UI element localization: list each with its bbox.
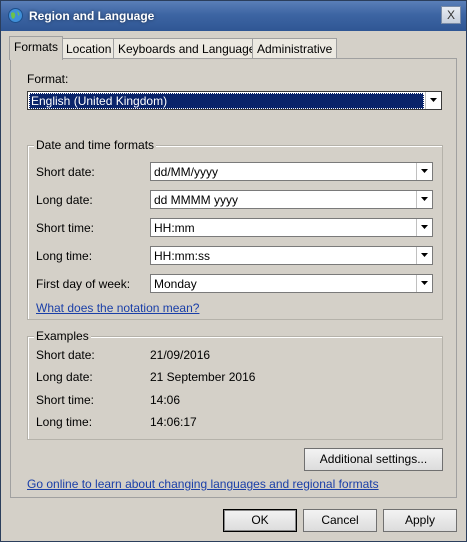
examples-group: Examples Short date: 21/09/2016 Long dat… [27,329,443,440]
formats-panel: Format: English (United Kingdom) Date an… [10,58,457,498]
ok-button[interactable]: OK [223,509,297,532]
dropdown-arrow[interactable] [416,247,432,264]
date-time-formats-group: Date and time formats Short date: dd/MM/… [27,138,443,320]
example-short-time-label: Short time: [36,393,95,407]
dropdown-arrow[interactable] [416,275,432,292]
tab-label: Administrative [257,42,333,56]
chevron-down-icon [421,197,428,201]
chevron-down-icon [421,225,428,229]
tab-label: Keyboards and Languages [118,42,262,56]
button-label: Cancel [321,513,359,527]
close-button[interactable]: X [441,6,461,24]
first-day-of-week-label: First day of week: [36,277,131,291]
button-label: Apply [404,513,436,527]
cancel-button[interactable]: Cancel [303,509,377,532]
long-time-label: Long time: [36,249,93,263]
long-time-value: HH:mm:ss [154,249,210,263]
long-date-label: Long date: [36,193,93,207]
region-language-dialog: Region and Language X Formats Location K… [0,0,467,542]
tab-administrative[interactable]: Administrative [252,38,338,59]
example-short-date-value: 21/09/2016 [150,348,211,362]
long-date-value: dd MMMM yyyy [154,193,238,207]
example-long-time-label: Long time: [36,415,93,429]
tab-label: Location [66,42,112,56]
chevron-down-icon [421,281,428,285]
close-icon: X [446,8,455,22]
group-label: Examples [34,329,91,343]
tab-formats[interactable]: Formats [9,36,64,60]
additional-settings-button[interactable]: Additional settings... [304,448,443,471]
short-time-value: HH:mm [154,221,195,235]
short-date-select[interactable]: dd/MM/yyyy [150,162,433,181]
short-date-value: dd/MM/yyyy [154,165,219,179]
window-title: Region and Language [29,9,155,23]
dropdown-arrow[interactable] [425,92,441,109]
notation-help-link[interactable]: What does the notation mean? [36,301,199,315]
online-help-link[interactable]: Go online to learn about changing langua… [27,477,379,491]
tab-label: Formats [14,40,59,54]
tab-keyboards-and-languages[interactable]: Keyboards and Languages [113,38,267,59]
short-time-label: Short time: [36,221,95,235]
long-date-select[interactable]: dd MMMM yyyy [150,190,433,209]
format-select[interactable]: English (United Kingdom) [27,91,442,110]
example-short-time-value: 14:06 [150,393,181,407]
button-label: Additional settings... [319,452,428,466]
apply-button[interactable]: Apply [383,509,457,532]
chevron-down-icon [421,169,428,173]
dropdown-arrow[interactable] [416,219,432,236]
example-short-date-label: Short date: [36,348,95,362]
group-label: Date and time formats [34,138,157,152]
dropdown-arrow[interactable] [416,163,432,180]
example-long-date-label: Long date: [36,370,93,384]
tab-location[interactable]: Location [61,38,117,59]
globe-icon [8,8,23,23]
button-label: OK [251,513,269,527]
example-long-date-value: 21 September 2016 [150,370,256,384]
chevron-down-icon [430,98,437,102]
format-label: Format: [27,72,69,86]
first-day-of-week-value: Monday [154,277,197,291]
format-value: English (United Kingdom) [29,93,424,109]
dropdown-arrow[interactable] [416,191,432,208]
first-day-of-week-select[interactable]: Monday [150,274,433,293]
title-bar[interactable]: Region and Language X [1,1,466,31]
short-time-select[interactable]: HH:mm [150,218,433,237]
short-date-label: Short date: [36,165,95,179]
chevron-down-icon [421,253,428,257]
example-long-time-value: 14:06:17 [150,415,197,429]
long-time-select[interactable]: HH:mm:ss [150,246,433,265]
